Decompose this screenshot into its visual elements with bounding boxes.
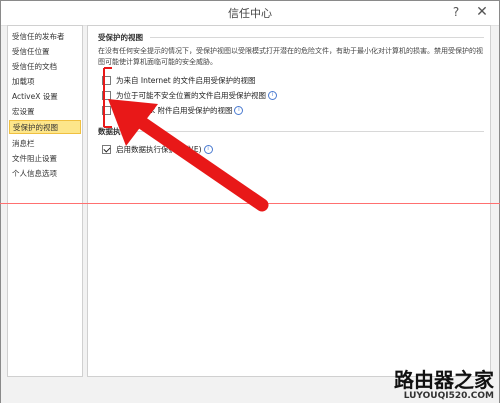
watermark-url: LUYOUQI520.COM [403, 391, 494, 401]
red-arrow-icon [108, 99, 269, 212]
watermark-name: 路由器之家 [394, 368, 494, 392]
watermark: 路由器之家 LUYOUQI520.COM [394, 369, 494, 401]
red-highlight-box [103, 67, 112, 128]
annotation-overlay [103, 67, 269, 212]
